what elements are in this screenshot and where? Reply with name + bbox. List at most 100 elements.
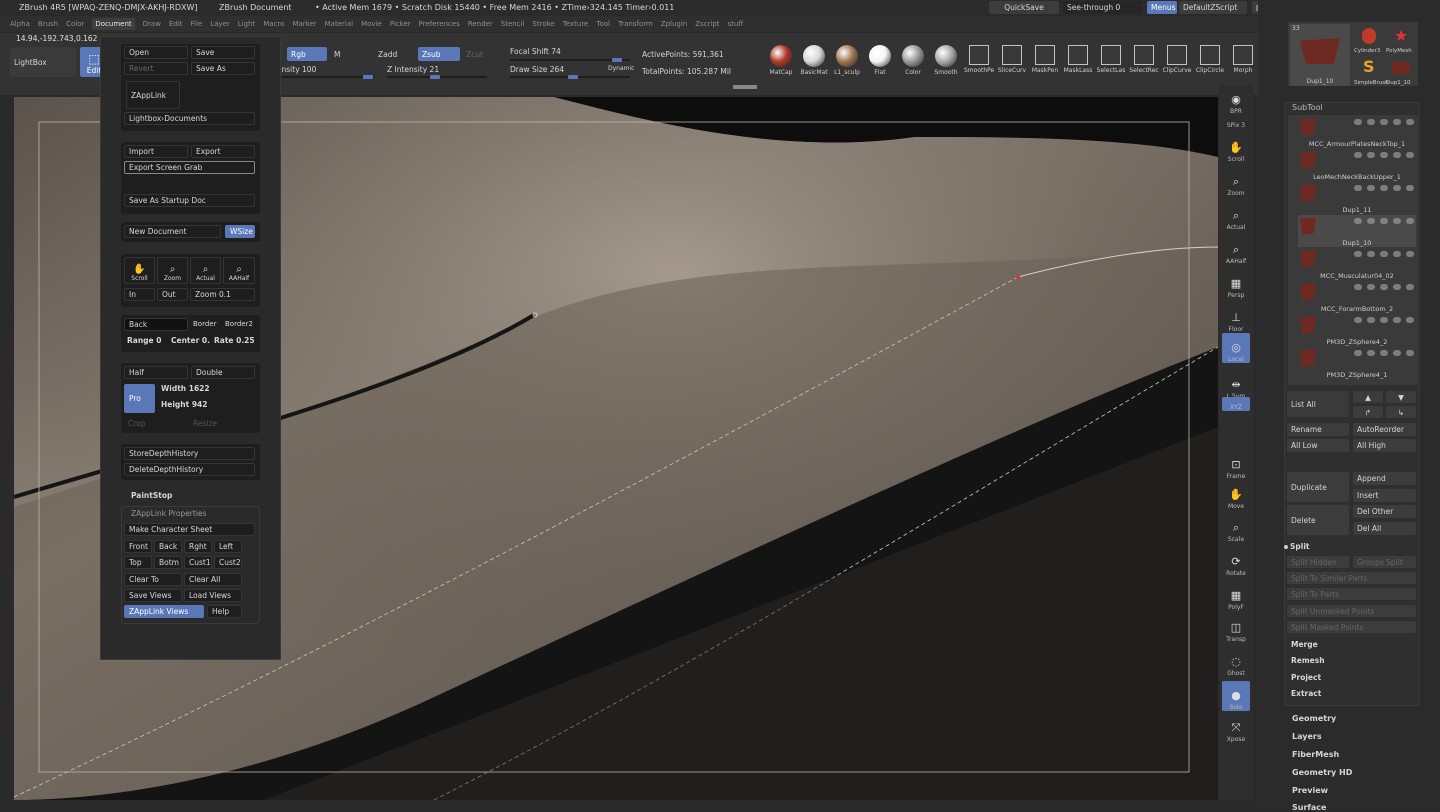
split-masked-button[interactable]: Split Masked Points — [1287, 621, 1416, 633]
del-other-button[interactable]: Del Other — [1353, 505, 1416, 518]
list-all-button[interactable]: List All — [1287, 391, 1349, 417]
simplebrush-thumb[interactable]: S SimpleBrush — [1354, 56, 1389, 86]
menu-transform[interactable]: Transform — [618, 20, 653, 28]
append-button[interactable]: Append — [1353, 472, 1416, 485]
shelf-l-sym[interactable]: ⇹L.Sym — [1222, 370, 1250, 400]
material-smoothpe[interactable]: SmoothPe — [964, 45, 994, 81]
export-screen-grab-button[interactable]: Export Screen Grab — [124, 161, 255, 174]
zoom-button[interactable]: ⌕ Zoom — [157, 257, 188, 284]
shelf-persp[interactable]: ▦ Persp — [1222, 269, 1250, 299]
surface-section[interactable]: Surface — [1292, 803, 1326, 812]
resize-button[interactable]: Resize — [193, 419, 217, 428]
preview-section[interactable]: Preview — [1292, 786, 1328, 795]
width-slider[interactable]: Width 1622 — [161, 384, 210, 393]
menu-color[interactable]: Color — [66, 20, 84, 28]
pro-toggle[interactable]: Pro — [124, 384, 155, 413]
z-intensity-slider[interactable] — [387, 75, 487, 79]
zoom-in-button[interactable]: In — [124, 288, 155, 301]
material-selectrec[interactable]: SelectRec — [1129, 45, 1159, 81]
view-left-button[interactable]: Left — [214, 540, 242, 553]
material-smooth[interactable]: Smooth — [931, 45, 961, 81]
menu-preferences[interactable]: Preferences — [419, 20, 460, 28]
save-as-button[interactable]: Save As — [191, 62, 255, 75]
shelf-frame[interactable]: ⊡ Frame — [1222, 450, 1250, 480]
remesh-section[interactable]: Remesh — [1287, 654, 1416, 667]
split-parts-button[interactable]: Split To Parts — [1287, 588, 1416, 600]
dynamic-toggle[interactable]: Dynamic — [608, 65, 634, 72]
visibility-toggles[interactable] — [1354, 317, 1414, 323]
material-flat[interactable]: Flat — [865, 45, 895, 81]
view-cust1-button[interactable]: Cust1 — [184, 556, 212, 569]
shelf-xpose[interactable]: ⤧ Xpose — [1222, 713, 1250, 744]
shelf-solo[interactable]: ● Solo — [1222, 681, 1250, 711]
menus-toggle[interactable]: Menus — [1147, 1, 1177, 14]
subtool-item[interactable]: MCC_ForarmBottom_2 — [1298, 281, 1416, 313]
shelf-move[interactable]: ✋ Move — [1222, 480, 1250, 510]
zcut-toggle[interactable]: Zcut — [466, 50, 483, 59]
quicksave-button[interactable]: QuickSave — [989, 1, 1059, 14]
view-right-button[interactable]: Rght — [184, 540, 212, 553]
wsize-button[interactable]: WSize — [225, 225, 255, 238]
visibility-toggles[interactable] — [1354, 284, 1414, 290]
layers-section[interactable]: Layers — [1292, 732, 1322, 741]
shelf-scroll[interactable]: ✋ Scroll — [1222, 133, 1250, 163]
subtool-item[interactable]: Dup1_10 — [1298, 215, 1416, 247]
make-character-sheet-button[interactable]: Make Character Sheet — [124, 523, 255, 536]
rate-slider[interactable]: Rate 0.25 — [214, 336, 255, 345]
subtool-item[interactable]: Dup1_11 — [1298, 182, 1416, 214]
material-selectlas[interactable]: SelectLas — [1096, 45, 1126, 81]
subtool-item[interactable]: MCC_Musculatur04_02 — [1298, 248, 1416, 280]
open-button[interactable]: Open — [124, 46, 188, 59]
shelf-actual[interactable]: ⌕ Actual — [1222, 201, 1250, 232]
new-document-button[interactable]: New Document — [124, 225, 221, 238]
delete-button[interactable]: Delete — [1287, 505, 1349, 535]
zoom-out-button[interactable]: Out — [157, 288, 188, 301]
split-header[interactable]: Split — [1290, 542, 1310, 551]
visibility-toggles[interactable] — [1354, 152, 1414, 158]
menu-layer[interactable]: Layer — [210, 20, 230, 28]
zapplink-views-button[interactable]: ZAppLink Views — [124, 605, 204, 618]
height-slider[interactable]: Height 942 — [161, 400, 208, 409]
insert-button[interactable]: Insert — [1353, 489, 1416, 502]
menu-document[interactable]: Document — [92, 18, 135, 30]
shelf-spix-3[interactable]: SPix 3 — [1222, 115, 1250, 129]
duplicate-button[interactable]: Duplicate — [1287, 472, 1349, 502]
shelf-polyf[interactable]: ▦ PolyF — [1222, 581, 1250, 611]
menu-light[interactable]: Light — [238, 20, 255, 28]
visibility-toggles[interactable] — [1354, 119, 1414, 125]
m-toggle[interactable]: M — [334, 50, 340, 59]
view-back-button[interactable]: Back — [154, 540, 182, 553]
border2-button[interactable]: Border2 — [225, 320, 253, 328]
material-matcap[interactable]: MatCap — [766, 45, 796, 81]
shelf-xyz[interactable]: XYZ — [1222, 397, 1250, 411]
subtool-item[interactable]: PM3D_ZSphere4_2 — [1298, 314, 1416, 346]
load-views-button[interactable]: Load Views — [184, 589, 242, 602]
half-button[interactable]: Half — [124, 366, 188, 379]
rgb-toggle[interactable]: Rgb — [287, 47, 327, 61]
visibility-toggles[interactable] — [1354, 185, 1414, 191]
back-color-swatch[interactable]: Back — [124, 318, 188, 331]
delete-depth-history-button[interactable]: DeleteDepthHistory — [124, 463, 255, 476]
toolbar-scroll-handle[interactable] — [733, 85, 757, 89]
rename-button[interactable]: Rename — [1287, 423, 1349, 436]
split-similar-button[interactable]: Split To Similar Parts — [1287, 572, 1416, 584]
range-slider[interactable]: Range 0 — [127, 336, 161, 345]
visibility-toggles[interactable] — [1354, 218, 1414, 224]
revert-button[interactable]: Revert — [124, 62, 188, 75]
subtool-item[interactable]: LeoMechNeckBackUpper_1 — [1298, 149, 1416, 181]
project-section[interactable]: Project — [1287, 671, 1416, 684]
intensity-slider[interactable] — [267, 75, 374, 79]
del-all-button[interactable]: Del All — [1353, 522, 1416, 535]
save-views-button[interactable]: Save Views — [124, 589, 182, 602]
material-masklass[interactable]: MaskLass — [1063, 45, 1093, 81]
arrow-down-right-icon[interactable]: ↳ — [1386, 406, 1416, 418]
view-bottom-button[interactable]: Botm — [154, 556, 182, 569]
shelf-zoom[interactable]: ⌕ Zoom — [1222, 167, 1250, 198]
all-low-button[interactable]: All Low — [1287, 439, 1349, 452]
actual-button[interactable]: ⌕ Actual — [190, 257, 221, 284]
menu-edit[interactable]: Edit — [169, 20, 183, 28]
lightbox-button[interactable]: LightBox — [10, 47, 76, 77]
arrow-up-right-icon[interactable]: ↱ — [1353, 406, 1383, 418]
double-button[interactable]: Double — [191, 366, 255, 379]
center-slider[interactable]: Center 0. — [171, 336, 210, 345]
